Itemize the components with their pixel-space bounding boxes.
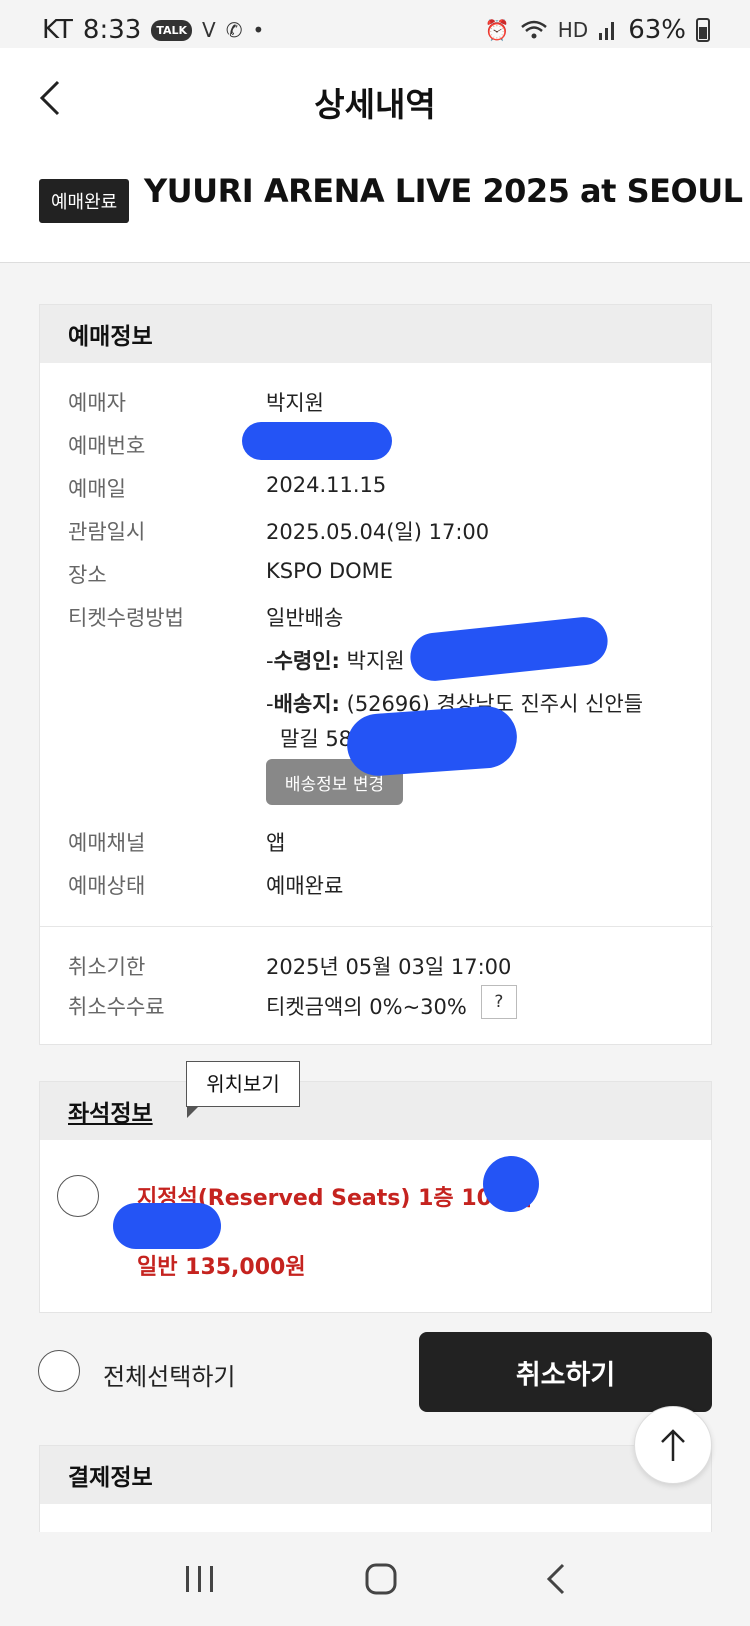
- redaction-mark: [345, 704, 519, 778]
- info-value: 티켓금액의 0%~30%: [266, 995, 467, 1019]
- select-all-label[interactable]: 전체선택하기: [103, 1357, 235, 1392]
- home-icon[interactable]: [364, 1562, 398, 1596]
- info-row-status: 예매상태 예매완료: [68, 870, 343, 900]
- info-value: 2025년 05월 03일 17:00: [266, 955, 512, 979]
- page-header: 상세내역 예매완료 YUURI ARENA LIVE 2025 at SEOUL: [0, 48, 750, 263]
- clock: 8:33: [82, 15, 142, 45]
- info-value: 예매완료: [266, 874, 344, 898]
- status-badge: 예매완료: [39, 179, 130, 223]
- phone-icon: ✆: [225, 18, 243, 42]
- battery-percent: 63%: [628, 15, 686, 45]
- info-row-booker: 예매자 박지원: [68, 387, 324, 417]
- system-nav-bar: [0, 1532, 750, 1626]
- divider: [40, 926, 713, 927]
- info-row-booking-date: 예매일 2024.11.15: [68, 473, 386, 503]
- bullet: -: [266, 649, 274, 673]
- seat-info-heading: 좌석정보: [40, 1082, 711, 1140]
- carrier-label: KT: [42, 15, 73, 45]
- redaction-mark: [242, 422, 392, 460]
- booking-info-heading: 예매정보: [40, 305, 711, 363]
- info-label: 예매채널: [68, 831, 146, 855]
- payment-info-card: 결제정보: [39, 1445, 712, 1545]
- hd-icon: HD: [557, 18, 589, 42]
- info-label: 예매일: [68, 477, 126, 501]
- bullet: -: [266, 692, 274, 716]
- alarm-icon: ⏰: [484, 18, 510, 42]
- dot-icon: •: [252, 18, 265, 42]
- seat-select-radio[interactable]: [57, 1175, 99, 1217]
- scroll-top-button[interactable]: [634, 1406, 712, 1484]
- info-value: 2025.05.04(일) 17:00: [266, 520, 490, 544]
- info-label: 티켓수령방법: [68, 606, 184, 630]
- info-label: 장소: [68, 563, 107, 587]
- recipient-value: 박지원: [346, 649, 405, 673]
- info-row-cancel-fee: 취소수수료 티켓금액의 0%~30% ?: [68, 985, 517, 1021]
- fee-help-button[interactable]: ?: [480, 985, 517, 1019]
- select-all-radio[interactable]: [38, 1350, 80, 1392]
- info-label: 예매상태: [68, 874, 146, 898]
- event-title: YUURI ARENA LIVE 2025 at SEOUL: [144, 172, 743, 210]
- seat-price: 일반 135,000원: [137, 1255, 306, 1280]
- redaction-mark: [113, 1203, 221, 1249]
- status-left: KT 8:33 TALK V ✆ •: [42, 15, 264, 45]
- info-row-cancel-deadline: 취소기한 2025년 05월 03일 17:00: [68, 951, 511, 981]
- info-value: 앱: [266, 831, 286, 855]
- back-nav-icon[interactable]: [545, 1562, 567, 1596]
- v-app-icon: V: [202, 18, 216, 42]
- recipient-label: 수령인:: [273, 649, 340, 673]
- address-label: 배송지:: [273, 692, 340, 716]
- page-title: 상세내역: [314, 85, 436, 124]
- signal-icon: [599, 22, 615, 40]
- status-right: ⏰ HD 63%: [485, 15, 710, 45]
- info-row-channel: 예매채널 앱: [68, 827, 285, 857]
- info-value: KSPO DOME: [266, 559, 394, 583]
- info-value: 일반배송: [266, 606, 344, 630]
- info-value: 박지원: [266, 391, 324, 415]
- info-row-show-date: 관람일시 2025.05.04(일) 17:00: [68, 516, 489, 546]
- recent-apps-icon[interactable]: [183, 1564, 217, 1594]
- view-location-tooltip[interactable]: 위치보기: [186, 1061, 300, 1118]
- payment-info-heading: 결제정보: [40, 1446, 711, 1504]
- address-line-2: 말길 58: [280, 727, 353, 751]
- battery-icon: [696, 18, 710, 42]
- info-row-receive-method: 티켓수령방법 일반배송: [68, 602, 343, 632]
- info-label: 예매번호: [68, 434, 146, 458]
- info-row-booking-number: 예매번호: [68, 430, 266, 460]
- info-value: 2024.11.15: [266, 473, 387, 497]
- seat-info-heading-label: 좌석정보: [68, 1101, 153, 1127]
- info-label: 취소기한: [68, 955, 146, 979]
- arrow-up-icon: [661, 1429, 685, 1461]
- booking-info-card: 예매정보 예매자 박지원 예매번호 예매일 2024.11.15 관람일시 20…: [39, 304, 713, 1045]
- kakaotalk-icon: TALK: [151, 19, 193, 41]
- info-row-venue: 장소 KSPO DOME: [68, 559, 393, 589]
- info-label: 관람일시: [68, 520, 146, 544]
- wifi-icon: [520, 20, 547, 39]
- cancel-booking-button[interactable]: 취소하기: [419, 1332, 712, 1412]
- redaction-mark: [483, 1156, 539, 1212]
- info-label: 취소수수료: [68, 995, 165, 1019]
- recipient-row: -수령인: 박지원: [266, 645, 405, 675]
- info-label: 예매자: [68, 391, 126, 415]
